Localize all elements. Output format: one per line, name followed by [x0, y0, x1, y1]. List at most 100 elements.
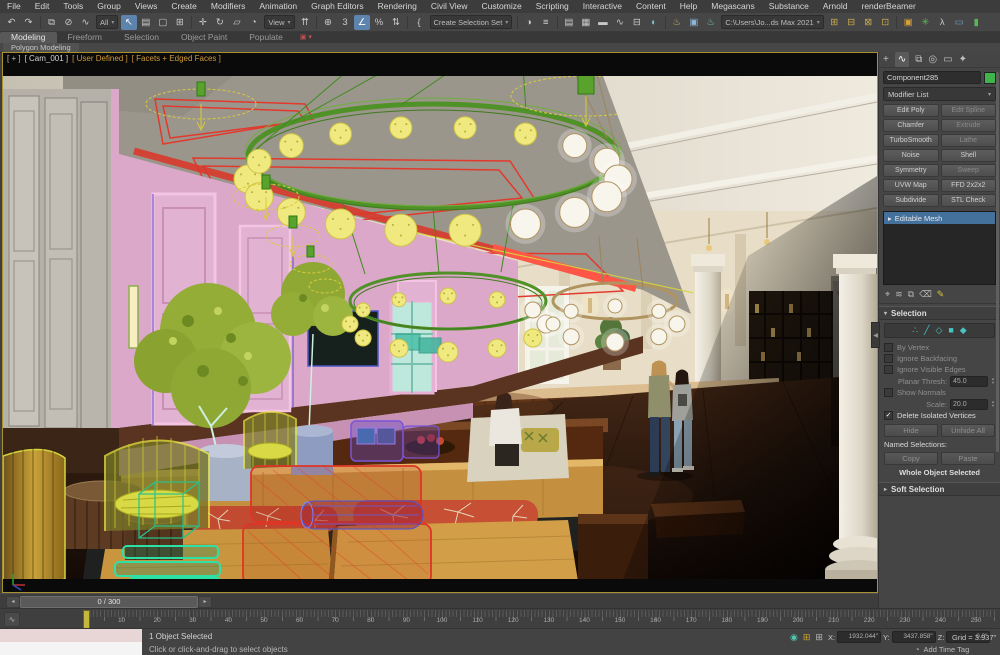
menu-civil-view[interactable]: Civil View — [424, 0, 475, 13]
menu-arnold[interactable]: Arnold — [816, 0, 855, 13]
menu-help[interactable]: Help — [673, 0, 704, 13]
menu-views[interactable]: Views — [128, 0, 165, 13]
pin-stack-icon[interactable]: ⌖ — [885, 289, 890, 300]
scene-explorer-icon[interactable]: ▤ — [561, 15, 577, 30]
menu-scripting[interactable]: Scripting — [529, 0, 576, 13]
curve-editor-icon[interactable]: ∿ — [612, 15, 628, 30]
menu-megascans[interactable]: Megascans — [704, 0, 761, 13]
modifier-button-uvw-map[interactable]: UVW Map — [883, 179, 939, 192]
menu-edit[interactable]: Edit — [28, 0, 57, 13]
copy-button[interactable]: Copy — [884, 452, 938, 465]
modifier-button-extrude[interactable]: Extrude — [941, 119, 997, 132]
menu-group[interactable]: Group — [90, 0, 128, 13]
rendered-frame-window-icon[interactable]: ▣ — [686, 15, 702, 30]
menu-create[interactable]: Create — [164, 0, 204, 13]
render-setup-icon[interactable]: ♨ — [669, 15, 685, 30]
isolate-selection-toggle-icon[interactable]: ◉ — [790, 632, 798, 643]
scale-field[interactable]: 20.0 — [950, 399, 988, 410]
select-by-name-icon[interactable]: ▤ — [138, 15, 154, 30]
ribbon-tab-freeform[interactable]: Freeform — [57, 32, 113, 43]
modifier-stack[interactable]: ▸Editable Mesh — [883, 211, 996, 285]
align-icon[interactable]: ≡ — [538, 15, 554, 30]
show-normals-checkbox[interactable]: Show Normals — [884, 387, 995, 398]
configure-modifier-sets-icon[interactable]: ✎ — [937, 289, 945, 300]
menu-file[interactable]: File — [0, 0, 28, 13]
modifier-button-lathe[interactable]: Lathe — [941, 134, 997, 147]
object-color-swatch[interactable] — [984, 72, 996, 84]
plugin-icon-2[interactable]: ✳ — [917, 15, 933, 30]
vertex-icon[interactable]: ∴ — [912, 325, 918, 336]
x-coordinate-field[interactable]: 1932.044" — [837, 631, 881, 643]
previous-frame-button[interactable]: ◂ — [6, 596, 20, 608]
element-icon[interactable]: ◆ — [960, 325, 967, 336]
select-and-link-icon[interactable]: ⧉ — [44, 15, 60, 30]
modify-tab[interactable]: ∿ — [895, 52, 909, 67]
schematic-view-icon[interactable]: ⊟ — [629, 15, 645, 30]
hierarchy-tab[interactable]: ⧉ — [915, 52, 922, 67]
by-vertex-checkbox[interactable]: By Vertex — [884, 342, 995, 353]
modifier-button-edit-spline[interactable]: Edit Spline — [941, 104, 997, 117]
modifier-button-ffd-2x2x2[interactable]: FFD 2x2x2 — [941, 179, 997, 192]
unlink-selection-icon[interactable]: ⊘ — [61, 15, 77, 30]
menu-renderbeamer[interactable]: renderBeamer — [854, 0, 922, 13]
ribbon-tab-selection[interactable]: Selection — [113, 32, 170, 43]
mirror-icon[interactable]: ◑ — [521, 15, 537, 30]
modifier-button-noise[interactable]: Noise — [883, 149, 939, 162]
reference-coordinate-system-dropdown[interactable]: View▾ — [264, 15, 294, 29]
selection-rollout-header[interactable]: ▾ Selection — [879, 306, 1000, 320]
spinner-icon[interactable]: ▲▼ — [991, 377, 995, 385]
undo-icon[interactable]: ↶ — [4, 15, 20, 30]
make-unique-icon[interactable]: ⧉ — [908, 289, 914, 300]
asset-import-icon-1[interactable]: ⊞ — [826, 15, 842, 30]
bind-to-space-warp-icon[interactable]: ∿ — [78, 15, 94, 30]
menu-graph-editors[interactable]: Graph Editors — [304, 0, 370, 13]
spinner-icon[interactable]: ▲▼ — [991, 400, 995, 408]
ribbon-tab-populate[interactable]: Populate — [238, 32, 294, 43]
render-production-icon[interactable]: ♨ — [703, 15, 719, 30]
modifier-button-symmetry[interactable]: Symmetry — [883, 164, 939, 177]
mini-curve-editor-icon[interactable]: ∿ — [4, 612, 20, 627]
rectangular-selection-region-icon[interactable]: ▢ — [155, 15, 171, 30]
y-coordinate-field[interactable]: 3437.858" — [892, 631, 936, 643]
ignore-backfacing-checkbox[interactable]: Ignore Backfacing — [884, 353, 995, 364]
planar-thresh-field[interactable]: 45.0 — [950, 376, 988, 387]
hide-button[interactable]: Hide — [884, 424, 938, 437]
add-time-tag[interactable]: ◔ Add Time Tag — [915, 645, 969, 654]
panel-splitter-handle[interactable]: ◀ — [871, 322, 880, 348]
polygon-modeling-panel[interactable]: Polygon Modeling — [3, 43, 79, 52]
ribbon-tab-object-paint[interactable]: Object Paint — [170, 32, 238, 43]
menu-rendering[interactable]: Rendering — [371, 0, 424, 13]
window-crossing-icon[interactable]: ⊞ — [172, 15, 188, 30]
menu-substance[interactable]: Substance — [762, 0, 816, 13]
selection-lock-icon[interactable]: ⊞ — [803, 632, 811, 643]
plugin-icon-5[interactable]: ▮ — [968, 15, 984, 30]
ignore-visible-edges-checkbox[interactable]: Ignore Visible Edges — [884, 364, 995, 375]
modifier-button-sweep[interactable]: Sweep — [941, 164, 997, 177]
panel-scrollbar[interactable] — [996, 72, 999, 452]
select-and-manipulate-icon[interactable]: ⊕ — [320, 15, 336, 30]
menu-interactive[interactable]: Interactive — [576, 0, 629, 13]
viewport-pov-label[interactable]: [ User Defined ] — [72, 54, 128, 63]
menu-content[interactable]: Content — [629, 0, 673, 13]
soft-selection-rollout-header[interactable]: ▸ Soft Selection — [879, 482, 1000, 496]
select-and-scale-icon[interactable]: ▱ — [229, 15, 245, 30]
delete-isolated-vertices-checkbox[interactable]: ✓ Delete Isolated Vertices — [884, 410, 995, 421]
polygon-icon[interactable]: ■ — [948, 325, 953, 336]
viewport-camera-label[interactable]: [ Cam_001 ] — [25, 54, 69, 63]
material-editor-icon[interactable]: ◐ — [646, 15, 662, 30]
asset-import-icon-3[interactable]: ⊠ — [860, 15, 876, 30]
project-folder-dropdown[interactable]: C:\Users\Jo...ds Max 2021▾ — [721, 15, 823, 29]
track-bar[interactable]: ∿ 10203040506070809010011012013014015016… — [0, 608, 1000, 629]
display-tab[interactable]: ▭ — [943, 52, 952, 67]
spinner-snap-icon[interactable]: ⇅ — [388, 15, 404, 30]
menu-animation[interactable]: Animation — [252, 0, 304, 13]
stack-item-editable-mesh[interactable]: ▸Editable Mesh — [884, 212, 995, 224]
angle-snap-icon[interactable]: ∠ — [354, 15, 370, 30]
transform-gizmo-icon[interactable]: ⊞ — [815, 632, 823, 643]
asset-import-icon-4[interactable]: ⊡ — [877, 15, 893, 30]
workspace-switcher-icon[interactable]: ▣ ▾ — [294, 32, 318, 43]
named-selection-sets-dropdown[interactable]: All▾ — [96, 15, 118, 29]
menu-modifiers[interactable]: Modifiers — [204, 0, 252, 13]
next-frame-button[interactable]: ▸ — [198, 596, 212, 608]
keyframe-marker[interactable] — [83, 610, 90, 629]
